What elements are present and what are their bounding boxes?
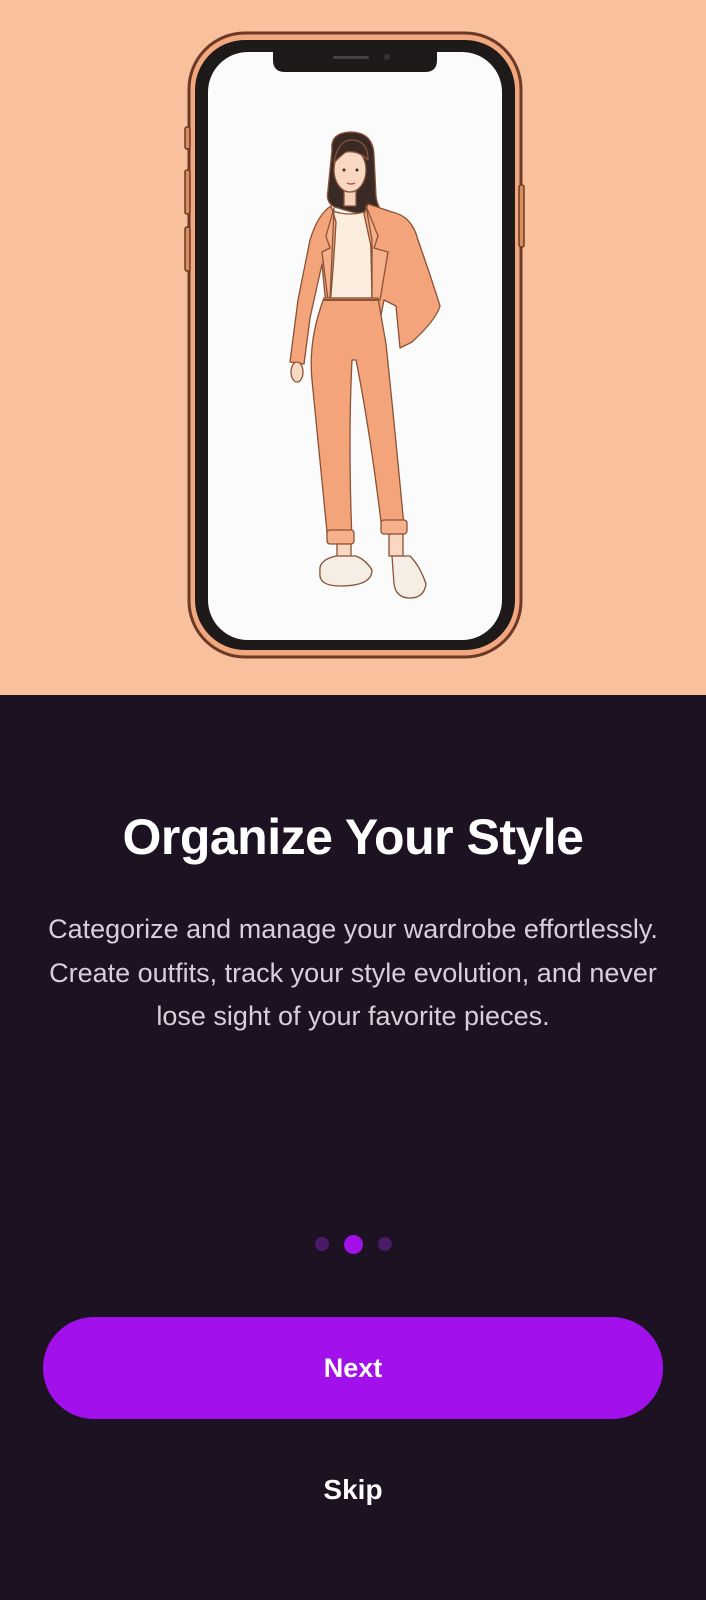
phone-illustration [184,31,525,659]
onboarding-screen: Organize Your Style Categorize and manag… [0,0,706,1600]
pagination-dot-1[interactable] [314,1237,329,1251]
skip-button[interactable]: Skip [253,1465,453,1515]
hero-illustration [0,0,706,695]
next-button[interactable]: Next [43,1317,663,1419]
onboarding-description: Categorize and manage your wardrobe effo… [48,914,658,1031]
pagination-dots [0,1234,706,1254]
onboarding-title: Organize Your Style [122,809,584,865]
pagination-dot-2-active[interactable] [343,1234,363,1254]
pagination-dot-3[interactable] [377,1237,392,1251]
